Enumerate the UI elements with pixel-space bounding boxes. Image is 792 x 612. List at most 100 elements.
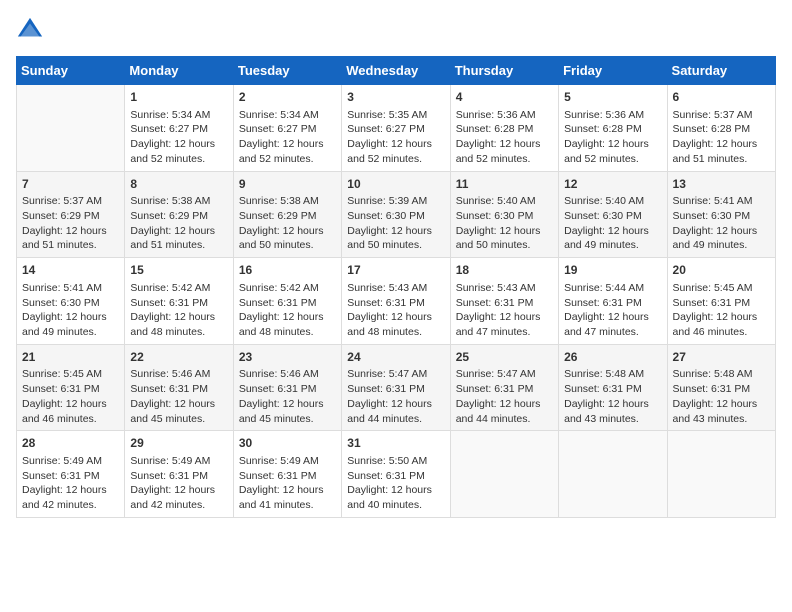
day-cell: 6 Sunrise: 5:37 AM Sunset: 6:28 PM Daylig… <box>667 85 775 172</box>
day-info: Sunrise: 5:41 AM Sunset: 6:30 PM Dayligh… <box>22 281 119 340</box>
day-number: 1 <box>130 89 227 106</box>
day-cell: 13Sunrise: 5:41 AM Sunset: 6:30 PM Dayli… <box>667 171 775 258</box>
day-number: 7 <box>22 176 119 193</box>
day-number: 31 <box>347 435 444 452</box>
week-row-5: 28 Sunrise: 5:49 AM Sunset: 6:31 PM Dayli… <box>17 431 776 518</box>
day-number: 18 <box>456 262 553 279</box>
day-number: 9 <box>239 176 336 193</box>
day-number: 3 <box>347 89 444 106</box>
day-number: 14 <box>22 262 119 279</box>
day-cell: 30 Sunrise: 5:49 AM Sunset: 6:31 PM Dayli… <box>233 431 341 518</box>
week-row-2: 7Sunrise: 5:37 AM Sunset: 6:29 PM Daylig… <box>17 171 776 258</box>
column-header-saturday: Saturday <box>667 57 775 85</box>
day-info: Sunrise: 5:37 AM Sunset: 6:29 PM Dayligh… <box>22 194 119 253</box>
day-cell: 24Sunrise: 5:47 AM Sunset: 6:31 PM Dayli… <box>342 344 450 431</box>
day-number: 20 <box>673 262 770 279</box>
day-number: 12 <box>564 176 661 193</box>
day-info: Sunrise: 5:40 AM Sunset: 6:30 PM Dayligh… <box>564 194 661 253</box>
day-cell: 2Sunrise: 5:34 AM Sunset: 6:27 PM Daylig… <box>233 85 341 172</box>
day-cell: 22Sunrise: 5:46 AM Sunset: 6:31 PM Dayli… <box>125 344 233 431</box>
day-info: Sunrise: 5:45 AM Sunset: 6:31 PM Dayligh… <box>22 367 119 426</box>
day-cell: 12Sunrise: 5:40 AM Sunset: 6:30 PM Dayli… <box>559 171 667 258</box>
day-cell: 15 Sunrise: 5:42 AM Sunset: 6:31 PM Dayli… <box>125 258 233 345</box>
day-info: Sunrise: 5:38 AM Sunset: 6:29 PM Dayligh… <box>239 194 336 253</box>
day-cell: 16 Sunrise: 5:42 AM Sunset: 6:31 PM Dayli… <box>233 258 341 345</box>
day-info: Sunrise: 5:42 AM Sunset: 6:31 PM Dayligh… <box>130 281 227 340</box>
column-header-sunday: Sunday <box>17 57 125 85</box>
column-header-thursday: Thursday <box>450 57 558 85</box>
day-cell <box>17 85 125 172</box>
day-number: 23 <box>239 349 336 366</box>
day-cell: 27Sunrise: 5:48 AM Sunset: 6:31 PM Dayli… <box>667 344 775 431</box>
day-info: Sunrise: 5:44 AM Sunset: 6:31 PM Dayligh… <box>564 281 661 340</box>
day-cell: 31 Sunrise: 5:50 AM Sunset: 6:31 PM Dayli… <box>342 431 450 518</box>
day-number: 4 <box>456 89 553 106</box>
day-cell: 10Sunrise: 5:39 AM Sunset: 6:30 PM Dayli… <box>342 171 450 258</box>
day-number: 30 <box>239 435 336 452</box>
logo <box>16 16 48 44</box>
day-info: Sunrise: 5:40 AM Sunset: 6:30 PM Dayligh… <box>456 194 553 253</box>
day-cell <box>450 431 558 518</box>
day-info: Sunrise: 5:46 AM Sunset: 6:31 PM Dayligh… <box>239 367 336 426</box>
day-info: Sunrise: 5:43 AM Sunset: 6:31 PM Dayligh… <box>347 281 444 340</box>
day-cell: 5Sunrise: 5:36 AM Sunset: 6:28 PM Daylig… <box>559 85 667 172</box>
day-number: 15 <box>130 262 227 279</box>
day-info: Sunrise: 5:48 AM Sunset: 6:31 PM Dayligh… <box>673 367 770 426</box>
column-header-monday: Monday <box>125 57 233 85</box>
day-number: 19 <box>564 262 661 279</box>
day-cell: 4Sunrise: 5:36 AM Sunset: 6:28 PM Daylig… <box>450 85 558 172</box>
day-number: 25 <box>456 349 553 366</box>
calendar-table: SundayMondayTuesdayWednesdayThursdayFrid… <box>16 56 776 518</box>
page-header <box>16 16 776 44</box>
day-number: 6 <box>673 89 770 106</box>
day-number: 17 <box>347 262 444 279</box>
day-number: 8 <box>130 176 227 193</box>
days-header-row: SundayMondayTuesdayWednesdayThursdayFrid… <box>17 57 776 85</box>
day-cell: 26Sunrise: 5:48 AM Sunset: 6:31 PM Dayli… <box>559 344 667 431</box>
day-number: 22 <box>130 349 227 366</box>
day-cell: 14 Sunrise: 5:41 AM Sunset: 6:30 PM Dayli… <box>17 258 125 345</box>
day-cell: 25Sunrise: 5:47 AM Sunset: 6:31 PM Dayli… <box>450 344 558 431</box>
column-header-tuesday: Tuesday <box>233 57 341 85</box>
day-number: 21 <box>22 349 119 366</box>
day-number: 26 <box>564 349 661 366</box>
day-info: Sunrise: 5:49 AM Sunset: 6:31 PM Dayligh… <box>130 454 227 513</box>
day-cell: 17 Sunrise: 5:43 AM Sunset: 6:31 PM Dayli… <box>342 258 450 345</box>
day-cell: 1 Sunrise: 5:34 AM Sunset: 6:27 PM Daylig… <box>125 85 233 172</box>
day-cell <box>559 431 667 518</box>
day-info: Sunrise: 5:38 AM Sunset: 6:29 PM Dayligh… <box>130 194 227 253</box>
day-cell: 21Sunrise: 5:45 AM Sunset: 6:31 PM Dayli… <box>17 344 125 431</box>
week-row-3: 14 Sunrise: 5:41 AM Sunset: 6:30 PM Dayli… <box>17 258 776 345</box>
day-info: Sunrise: 5:47 AM Sunset: 6:31 PM Dayligh… <box>347 367 444 426</box>
week-row-4: 21Sunrise: 5:45 AM Sunset: 6:31 PM Dayli… <box>17 344 776 431</box>
day-info: Sunrise: 5:35 AM Sunset: 6:27 PM Dayligh… <box>347 108 444 167</box>
day-number: 11 <box>456 176 553 193</box>
day-info: Sunrise: 5:50 AM Sunset: 6:31 PM Dayligh… <box>347 454 444 513</box>
day-number: 13 <box>673 176 770 193</box>
day-info: Sunrise: 5:41 AM Sunset: 6:30 PM Dayligh… <box>673 194 770 253</box>
day-cell: 18Sunrise: 5:43 AM Sunset: 6:31 PM Dayli… <box>450 258 558 345</box>
day-number: 16 <box>239 262 336 279</box>
logo-icon <box>16 16 44 44</box>
week-row-1: 1 Sunrise: 5:34 AM Sunset: 6:27 PM Daylig… <box>17 85 776 172</box>
day-info: Sunrise: 5:34 AM Sunset: 6:27 PM Dayligh… <box>130 108 227 167</box>
day-number: 29 <box>130 435 227 452</box>
day-number: 24 <box>347 349 444 366</box>
day-info: Sunrise: 5:37 AM Sunset: 6:28 PM Dayligh… <box>673 108 770 167</box>
day-cell: 19 Sunrise: 5:44 AM Sunset: 6:31 PM Dayli… <box>559 258 667 345</box>
day-cell: 23Sunrise: 5:46 AM Sunset: 6:31 PM Dayli… <box>233 344 341 431</box>
column-header-friday: Friday <box>559 57 667 85</box>
day-info: Sunrise: 5:49 AM Sunset: 6:31 PM Dayligh… <box>239 454 336 513</box>
day-number: 5 <box>564 89 661 106</box>
day-cell <box>667 431 775 518</box>
day-info: Sunrise: 5:46 AM Sunset: 6:31 PM Dayligh… <box>130 367 227 426</box>
day-info: Sunrise: 5:34 AM Sunset: 6:27 PM Dayligh… <box>239 108 336 167</box>
day-cell: 7Sunrise: 5:37 AM Sunset: 6:29 PM Daylig… <box>17 171 125 258</box>
day-number: 28 <box>22 435 119 452</box>
day-cell: 3 Sunrise: 5:35 AM Sunset: 6:27 PM Daylig… <box>342 85 450 172</box>
day-info: Sunrise: 5:49 AM Sunset: 6:31 PM Dayligh… <box>22 454 119 513</box>
day-info: Sunrise: 5:42 AM Sunset: 6:31 PM Dayligh… <box>239 281 336 340</box>
day-info: Sunrise: 5:47 AM Sunset: 6:31 PM Dayligh… <box>456 367 553 426</box>
day-cell: 8Sunrise: 5:38 AM Sunset: 6:29 PM Daylig… <box>125 171 233 258</box>
day-info: Sunrise: 5:39 AM Sunset: 6:30 PM Dayligh… <box>347 194 444 253</box>
